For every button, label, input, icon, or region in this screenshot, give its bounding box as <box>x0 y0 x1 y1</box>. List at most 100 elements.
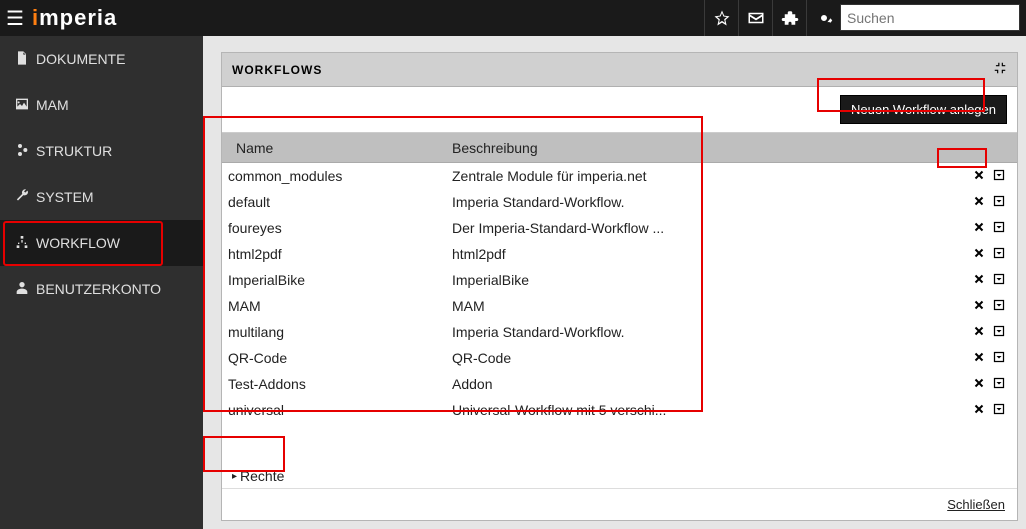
row-menu-button[interactable] <box>993 220 1005 236</box>
row-desc: Imperia Standard-Workflow. <box>452 324 957 340</box>
dropdown-icon <box>993 377 1005 389</box>
delete-icon <box>973 221 985 233</box>
panel-collapse-button[interactable] <box>993 61 1007 78</box>
row-menu-button[interactable] <box>993 376 1005 392</box>
sidebar-item-label: BENUTZERKONTO <box>36 281 161 297</box>
row-delete-button[interactable] <box>973 168 985 184</box>
table-row[interactable]: Test-AddonsAddon <box>222 371 1017 397</box>
favorites-button[interactable] <box>704 0 738 36</box>
delete-icon <box>973 325 985 337</box>
row-name: ImperialBike <box>222 272 452 288</box>
row-name: MAM <box>222 298 452 314</box>
table-body: common_modulesZentrale Module für imperi… <box>222 163 1017 454</box>
messages-button[interactable] <box>738 0 772 36</box>
sidebar-item-dokumente[interactable]: DOKUMENTE <box>0 36 203 82</box>
row-delete-button[interactable] <box>973 376 985 392</box>
search-icon <box>996 7 1014 25</box>
sidebar-item-label: MAM <box>36 97 69 113</box>
row-desc: QR-Code <box>452 350 957 366</box>
workflows-panel: WORKFLOWS Neuen Workflow anlegen Name Be… <box>221 52 1018 521</box>
rechte-toggle[interactable]: ▸ Rechte <box>232 468 284 484</box>
row-menu-button[interactable] <box>993 402 1005 418</box>
container: DOKUMENTE MAM STRUKTUR SYSTEM WORKFLOW B… <box>0 36 1026 529</box>
row-menu-button[interactable] <box>993 324 1005 340</box>
dropdown-icon <box>993 195 1005 207</box>
table-row[interactable]: QR-CodeQR-Code <box>222 345 1017 371</box>
row-desc: Zentrale Module für imperia.net <box>452 168 957 184</box>
row-desc: html2pdf <box>452 246 957 262</box>
row-desc: MAM <box>452 298 957 314</box>
new-workflow-button[interactable]: Neuen Workflow anlegen <box>840 95 1007 124</box>
sidebar-item-struktur[interactable]: STRUKTUR <box>0 128 203 174</box>
row-menu-button[interactable] <box>993 194 1005 210</box>
sidebar-item-label: DOKUMENTE <box>36 51 125 67</box>
table-row[interactable]: universalUniversal-Workflow mit 5 versch… <box>222 397 1017 423</box>
caret-right-icon: ▸ <box>232 471 237 482</box>
plugins-button[interactable] <box>772 0 806 36</box>
menu-toggle[interactable]: ☰ <box>0 6 30 31</box>
table-row[interactable]: multilangImperia Standard-Workflow. <box>222 319 1017 345</box>
table-row[interactable]: html2pdfhtml2pdf <box>222 241 1017 267</box>
panel-toolbar: Neuen Workflow anlegen <box>222 87 1017 133</box>
row-name: html2pdf <box>222 246 452 262</box>
sidebar-item-mam[interactable]: MAM <box>0 82 203 128</box>
row-desc: Der Imperia-Standard-Workflow ... <box>452 220 957 236</box>
row-desc: Imperia Standard-Workflow. <box>452 194 957 210</box>
sidebar: DOKUMENTE MAM STRUKTUR SYSTEM WORKFLOW B… <box>0 36 203 529</box>
table-header: Name Beschreibung <box>222 133 1017 163</box>
row-name: Test-Addons <box>222 376 452 392</box>
settings-button[interactable] <box>806 0 840 36</box>
dropdown-icon <box>993 325 1005 337</box>
delete-icon <box>973 273 985 285</box>
row-menu-button[interactable] <box>993 272 1005 288</box>
table-row[interactable]: foureyesDer Imperia-Standard-Workflow ..… <box>222 215 1017 241</box>
row-delete-button[interactable] <box>973 350 985 366</box>
row-name: universal <box>222 402 452 418</box>
document-icon <box>14 50 36 69</box>
dropdown-icon <box>993 299 1005 311</box>
main: WORKFLOWS Neuen Workflow anlegen Name Be… <box>203 36 1026 529</box>
rechte-label: Rechte <box>240 468 284 484</box>
dropdown-icon <box>993 247 1005 259</box>
row-desc: ImperialBike <box>452 272 957 288</box>
row-delete-button[interactable] <box>973 298 985 314</box>
close-link[interactable]: Schließen <box>947 497 1005 512</box>
table-row[interactable]: ImperialBikeImperialBike <box>222 267 1017 293</box>
row-name: QR-Code <box>222 350 452 366</box>
delete-icon <box>973 195 985 207</box>
top-icons <box>704 0 1026 36</box>
row-delete-button[interactable] <box>973 402 985 418</box>
dropdown-icon <box>993 273 1005 285</box>
row-menu-button[interactable] <box>993 350 1005 366</box>
sidebar-item-label: STRUKTUR <box>36 143 112 159</box>
row-delete-button[interactable] <box>973 194 985 210</box>
row-menu-button[interactable] <box>993 298 1005 314</box>
search-submit[interactable] <box>991 7 1019 28</box>
row-delete-button[interactable] <box>973 324 985 340</box>
envelope-icon <box>747 9 765 27</box>
table-row[interactable]: MAMMAM <box>222 293 1017 319</box>
sidebar-item-system[interactable]: SYSTEM <box>0 174 203 220</box>
delete-icon <box>973 299 985 311</box>
delete-icon <box>973 247 985 259</box>
col-header-name[interactable]: Name <box>222 140 452 156</box>
sidebar-item-label: SYSTEM <box>36 189 94 205</box>
star-icon <box>713 9 731 27</box>
table-row[interactable]: defaultImperia Standard-Workflow. <box>222 189 1017 215</box>
delete-icon <box>973 351 985 363</box>
col-header-desc[interactable]: Beschreibung <box>452 140 957 156</box>
row-menu-button[interactable] <box>993 168 1005 184</box>
search-input[interactable] <box>841 6 991 30</box>
wrench-icon <box>14 188 36 207</box>
row-desc: Addon <box>452 376 957 392</box>
puzzle-icon <box>781 9 799 27</box>
row-delete-button[interactable] <box>973 272 985 288</box>
row-delete-button[interactable] <box>973 246 985 262</box>
search-box <box>840 4 1020 31</box>
row-menu-button[interactable] <box>993 246 1005 262</box>
topbar: ☰ imperia <box>0 0 1026 36</box>
image-icon <box>14 96 36 115</box>
sidebar-item-benutzerkonto[interactable]: BENUTZERKONTO <box>0 266 203 312</box>
table-row[interactable]: common_modulesZentrale Module für imperi… <box>222 163 1017 189</box>
row-delete-button[interactable] <box>973 220 985 236</box>
